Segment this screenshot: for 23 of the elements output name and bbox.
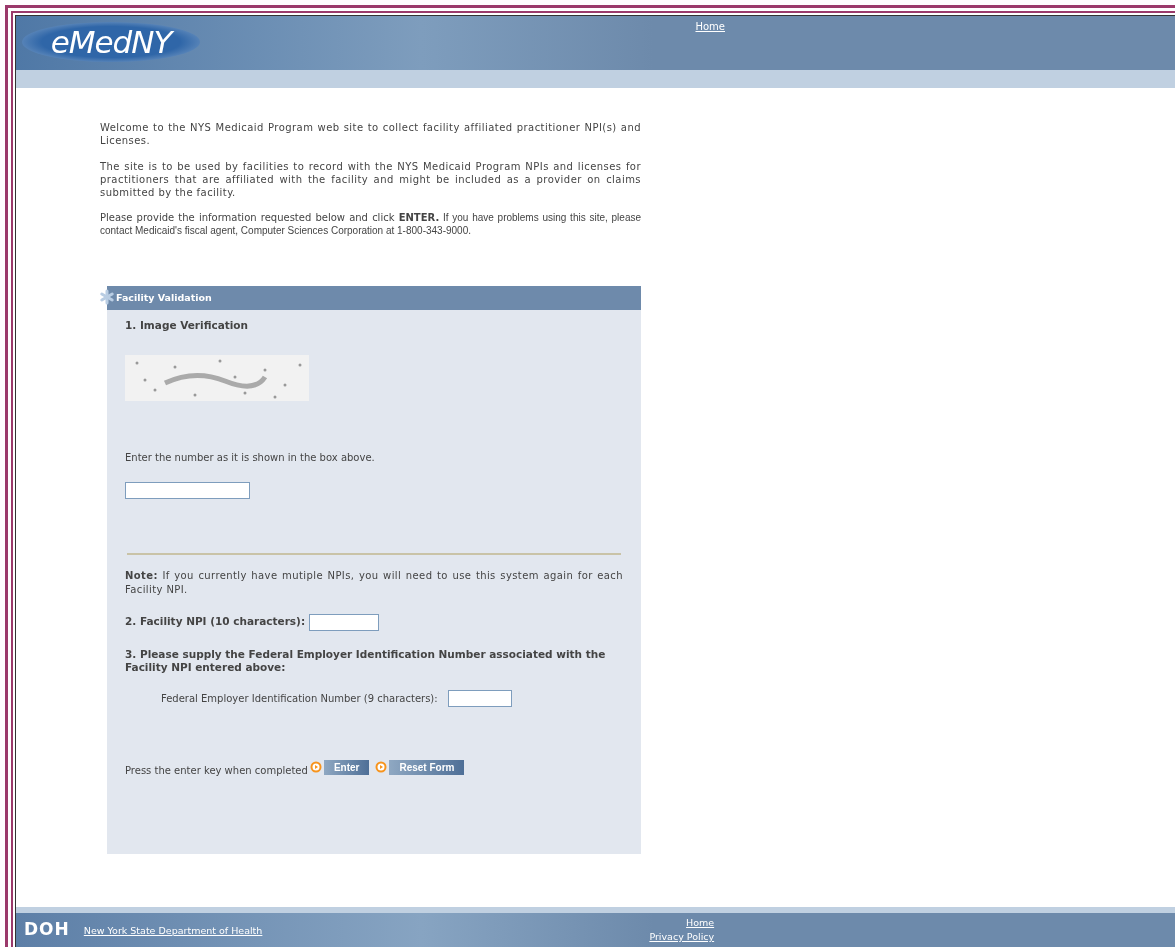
logo: DOH bbox=[24, 918, 70, 942]
note-text: Note: If you currently have mutiple NPIs, you will need to use this system again for each Facility NPI. bbox=[125, 568, 623, 597]
play-icon bbox=[375, 761, 388, 774]
logo: eMedNY bbox=[22, 22, 200, 62]
org-link[interactable]: New York State Department of Health bbox=[83, 924, 263, 939]
asterisk-icon bbox=[99, 289, 115, 305]
npi-input-field[interactable] bbox=[309, 613, 380, 631]
panel-title: Facility Validation bbox=[107, 286, 641, 310]
instructions-text: Please provide the information requested below and click ENTER. If you have problems using this site, please contact Medicaid's fiscal agent, Computer Sciences Corporation at 1-800-343-9000. bbox=[100, 211, 641, 237]
step-heading: 3. Please supply the Federal Employer Identification Number associated with the Facility NPI entered above: bbox=[125, 647, 607, 674]
hint-text: Press the enter key when completed bbox=[125, 763, 308, 778]
privacy-link[interactable]: Privacy Policy bbox=[649, 930, 715, 945]
step-heading: 1. Image Verification bbox=[125, 318, 250, 333]
intro-text: Welcome to the NYS Medicaid Program web site to collect facility affiliated practitioner NPI(s) and Licenses. bbox=[100, 121, 641, 147]
captcha-input-field[interactable] bbox=[125, 481, 250, 499]
prompt-text: Enter the number as it is shown in the box above. bbox=[125, 450, 376, 465]
ein-input-field[interactable] bbox=[447, 689, 512, 707]
intro-text: The site is to be used by facilities to record with the NYS Medicaid Program NPIs and licenses for practitioners that are affiliated with the facility and might be included as a provider on claims submitted by the facility. bbox=[100, 160, 641, 199]
field-label: 2. Facility NPI (10 characters): bbox=[125, 614, 306, 630]
home-link[interactable]: Home bbox=[686, 915, 715, 930]
home-link[interactable]: Home bbox=[695, 19, 725, 34]
field-label: Federal Employer Identification Number (9 characters): bbox=[161, 691, 438, 706]
play-icon bbox=[309, 761, 322, 774]
